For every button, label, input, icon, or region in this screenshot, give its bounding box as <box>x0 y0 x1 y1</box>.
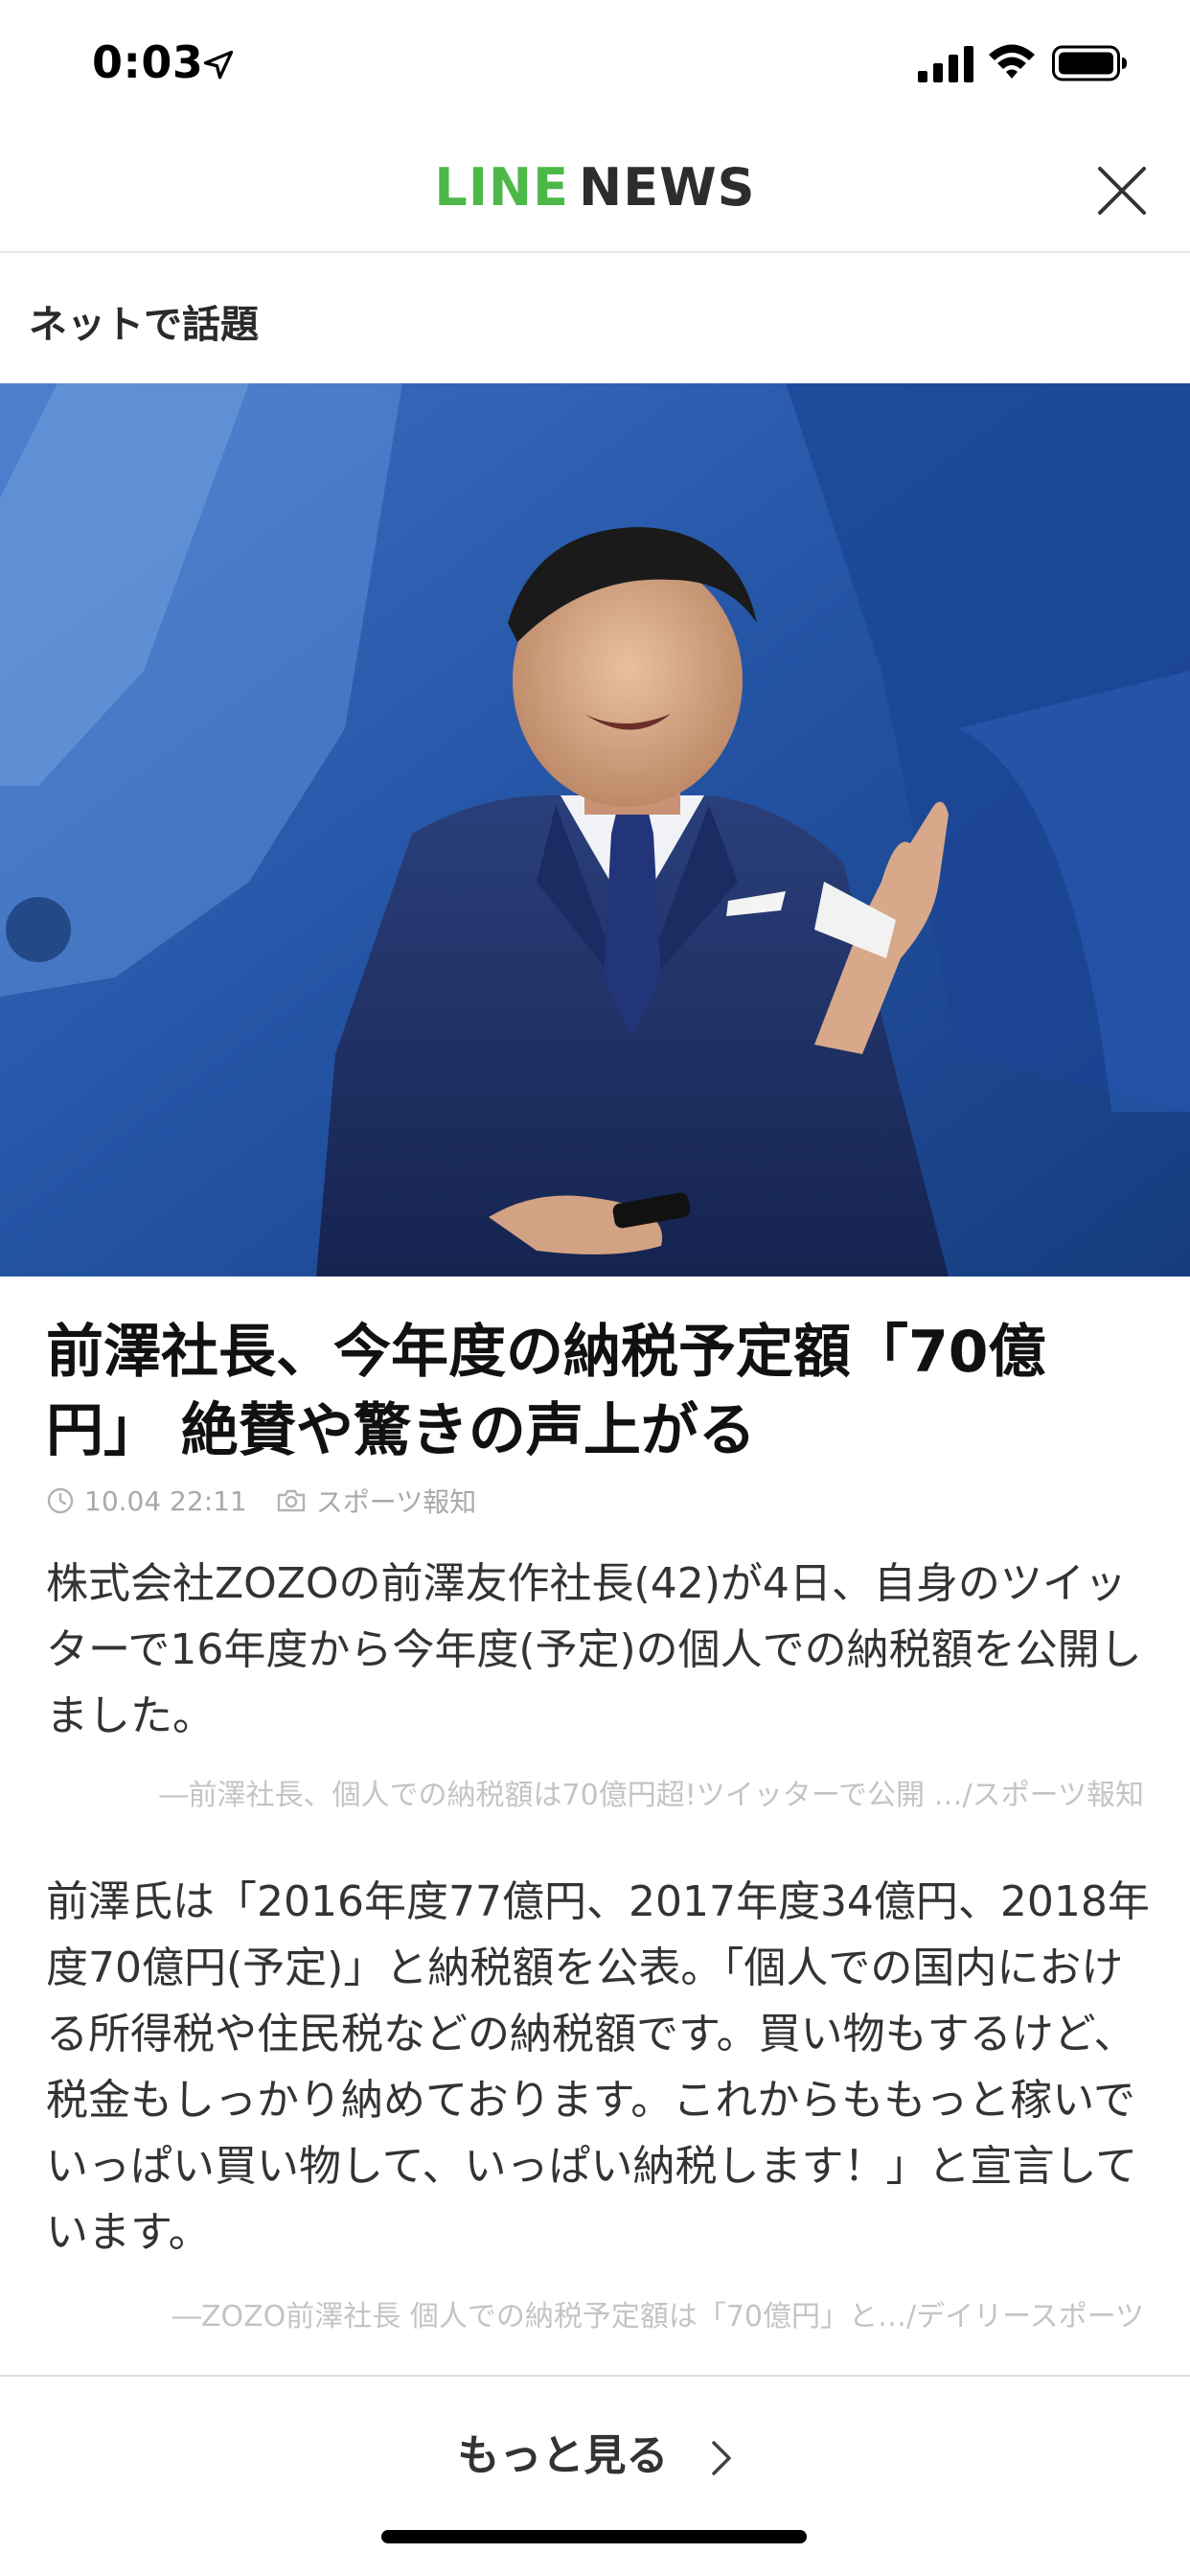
status-time: 0:03 <box>92 36 204 88</box>
category-label: ネットで話題 <box>29 303 259 347</box>
battery-icon <box>1052 45 1127 81</box>
status-bar: 0:03 <box>0 0 1190 126</box>
camera-icon <box>277 1489 305 1512</box>
article-hero-image[interactable] <box>0 383 1190 1276</box>
app-header: LINE NEWS <box>0 126 1190 253</box>
line-news-logo: LINE NEWS <box>0 157 1190 218</box>
home-indicator <box>381 2530 807 2543</box>
article-meta: 10.04 22:11 スポーツ報知 <box>46 1482 476 1520</box>
article-paragraph-2: 前澤氏は「2016年度77億円、2017年度34億円、2018年度70億円(予定… <box>46 1877 1150 2257</box>
more-button-label: もっと見る <box>457 2431 669 2480</box>
wifi-icon <box>989 44 1035 79</box>
close-icon[interactable] <box>1094 163 1150 218</box>
citation-link-1[interactable]: ―前澤社長、個人での納税額は70億円超!ツイッターで公開 …/スポーツ報知 <box>160 1771 1144 1813</box>
signal-icon <box>918 46 973 82</box>
citation-link-2[interactable]: ―ZOZO前澤社長 個人での納税予定額は「70億円」と…/デイリースポーツ <box>172 2292 1144 2334</box>
article-time: 10.04 22:11 <box>84 1484 247 1517</box>
chevron-right-icon <box>711 2441 731 2475</box>
divider <box>0 2375 1190 2377</box>
location-arrow-icon <box>203 50 234 80</box>
article-source: スポーツ報知 <box>276 1482 476 1520</box>
clock-icon <box>47 1487 74 1514</box>
logo-news-text: NEWS <box>579 157 756 218</box>
more-button[interactable]: もっと見る <box>0 2421 1190 2482</box>
article-source-name: スポーツ報知 <box>315 1486 477 1518</box>
article-title: 前澤社長、今年度の納税予定額「70億円」 絶賛や驚きの声上がる <box>46 1319 1046 1464</box>
article-paragraph-1: 株式会社ZOZOの前澤友作社長(42)が4日、自身のツイッターで16年度から今年… <box>46 1559 1142 1740</box>
logo-line-text: LINE <box>434 157 570 218</box>
